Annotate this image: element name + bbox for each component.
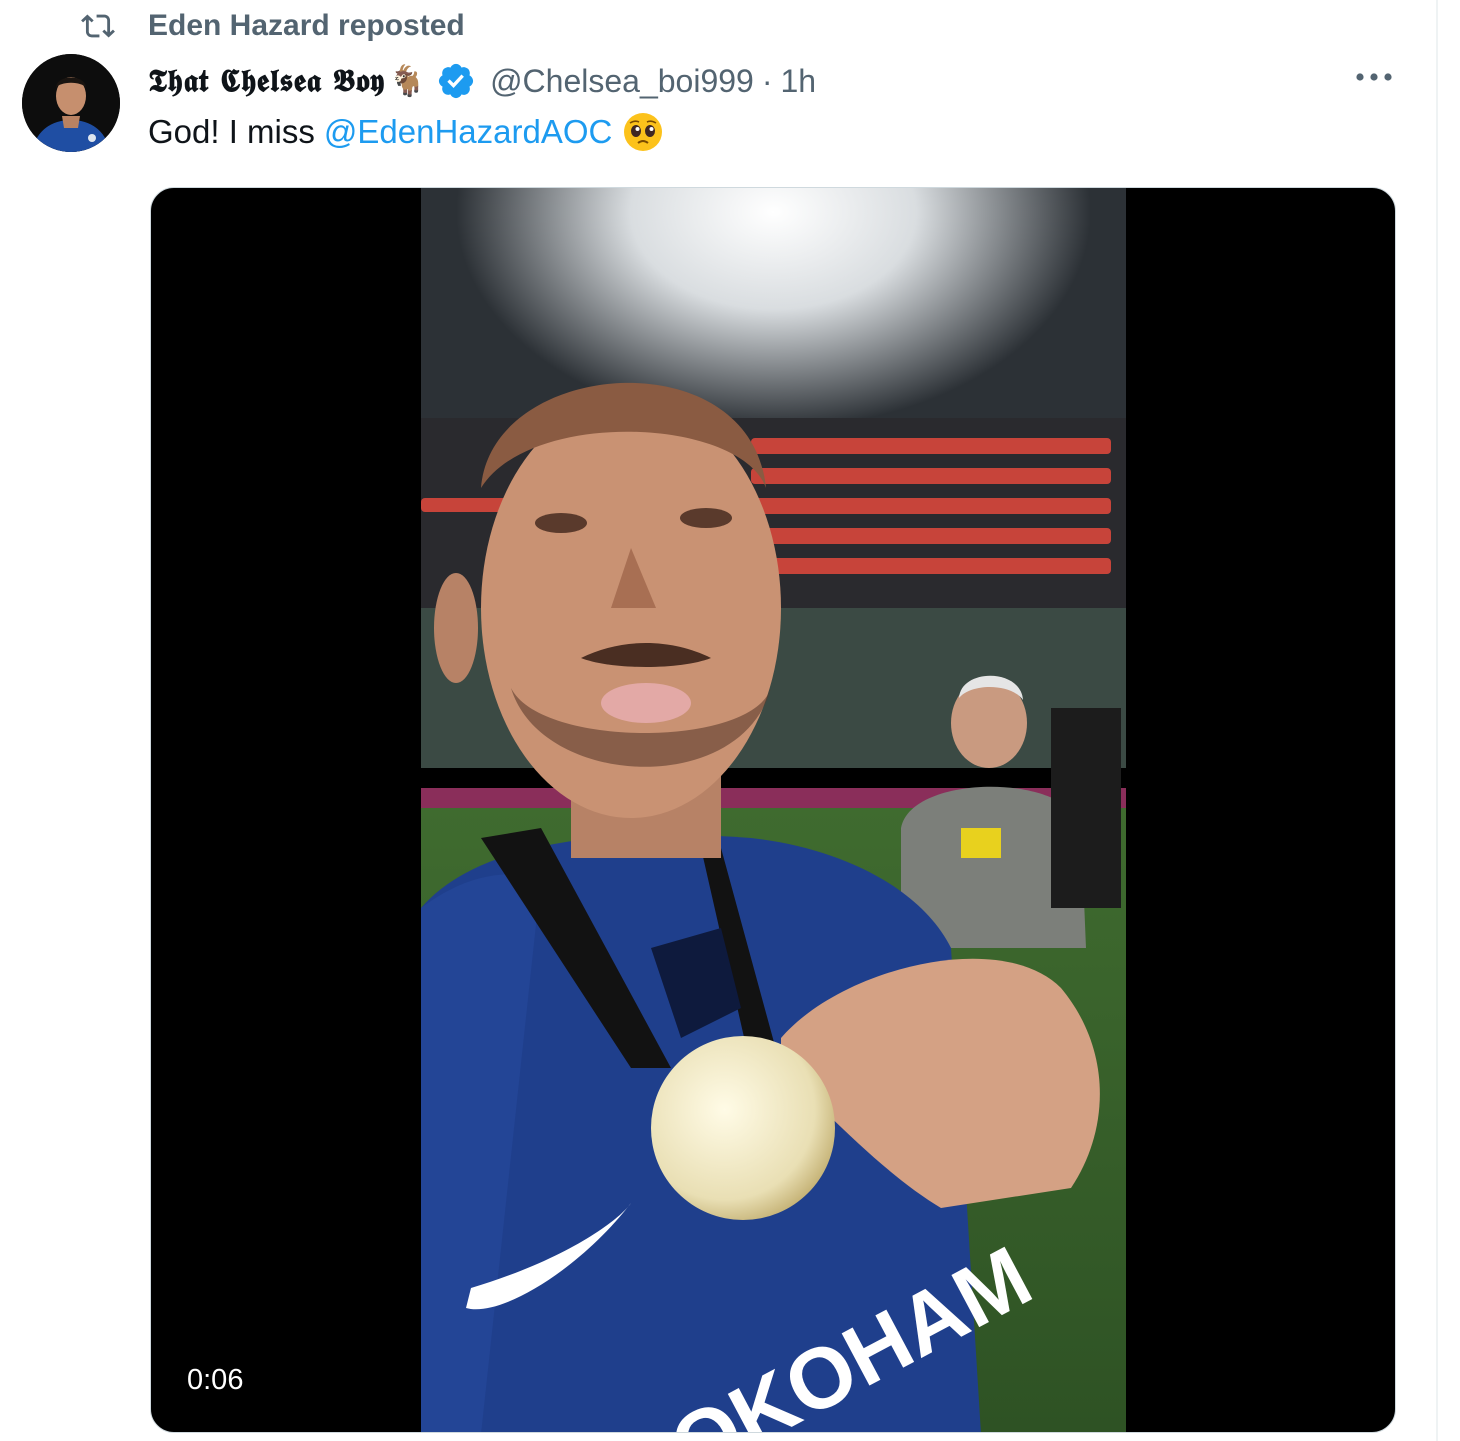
reposter-link[interactable]: Eden Hazard reposted (148, 9, 465, 43)
pleading-face-emoji-icon (624, 113, 663, 151)
avatar-image (22, 54, 120, 152)
tweet-header: 𝕿𝖍𝖆𝖙 𝕮𝖍𝖊𝖑𝖘𝖊𝖆 𝕭𝖔𝖞 🐐 @Chelsea_boi999 · 1h (148, 52, 816, 110)
video-thumbnail: OKOHAM (421, 188, 1126, 1432)
repost-icon (81, 14, 115, 38)
avatar[interactable] (22, 54, 120, 152)
tweet-body: God! I miss @EdenHazardAOC (148, 108, 664, 156)
mention-link[interactable]: @EdenHazardAOC (324, 113, 612, 151)
more-icon (1356, 73, 1392, 81)
tweet-timestamp[interactable]: 1h (781, 63, 817, 100)
repost-context: Eden Hazard reposted (78, 4, 465, 48)
video-duration: 0:06 (187, 1363, 244, 1396)
goat-emoji: 🐐 (388, 64, 427, 98)
verified-badge-icon[interactable] (436, 61, 476, 101)
video-player[interactable]: OKOHAM 0:06 (150, 187, 1396, 1433)
video-frame-image: OKOHAM (421, 188, 1126, 1432)
separator-dot: · (761, 62, 773, 99)
more-options-button[interactable] (1352, 62, 1396, 92)
author-display-name[interactable]: 𝕿𝖍𝖆𝖙 𝕮𝖍𝖊𝖑𝖘𝖊𝖆 𝕭𝖔𝖞 (148, 63, 385, 100)
timeline-border (1436, 0, 1438, 1441)
author-handle[interactable]: @Chelsea_boi999 (490, 63, 754, 100)
tweet-text: God! I miss (148, 113, 315, 150)
